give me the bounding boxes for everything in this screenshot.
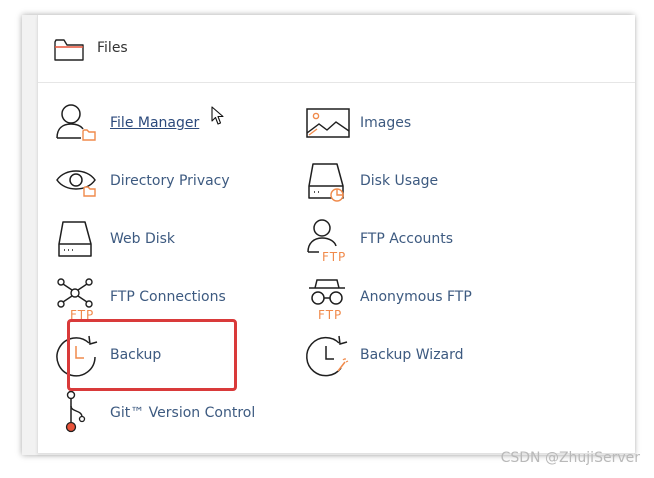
tool-ftp-accounts[interactable]: FTP FTP Accounts — [305, 216, 453, 262]
ftp-connections-icon: FTP — [55, 274, 103, 320]
ftp-badge-text: FTP — [318, 308, 342, 320]
backup-icon — [55, 332, 103, 378]
tool-ftp-connections[interactable]: FTP FTP Connections — [55, 274, 226, 320]
images-icon — [305, 100, 353, 146]
git-icon — [55, 390, 103, 436]
backup-wizard-icon — [305, 332, 353, 378]
screenshot-window: Files File Manager Images Directory Priv… — [22, 15, 635, 455]
tool-backup[interactable]: Backup — [55, 332, 161, 378]
ftp-accounts-icon: FTP — [305, 216, 353, 262]
files-panel: Files File Manager Images Directory Priv… — [37, 15, 635, 453]
watermark-text: CSDN @ZhujiServer — [500, 450, 640, 466]
directory-privacy-icon — [55, 158, 103, 204]
tool-label[interactable]: Images — [360, 115, 411, 131]
ftp-badge-text: FTP — [322, 250, 346, 262]
tool-label[interactable]: Web Disk — [110, 231, 175, 247]
tool-label[interactable]: File Manager — [110, 115, 199, 131]
folder-icon — [54, 39, 84, 61]
tool-label[interactable]: FTP Connections — [110, 289, 226, 305]
mouse-pointer-icon — [211, 106, 224, 125]
panel-title: Files — [97, 40, 128, 56]
disk-usage-icon — [305, 158, 353, 204]
tool-label[interactable]: Git™ Version Control — [110, 405, 255, 421]
tool-disk-usage[interactable]: Disk Usage — [305, 158, 438, 204]
tool-label[interactable]: FTP Accounts — [360, 231, 453, 247]
files-panel-header[interactable]: Files — [38, 15, 635, 83]
tool-anonymous-ftp[interactable]: FTP Anonymous FTP — [305, 274, 472, 320]
tool-images[interactable]: Images — [305, 100, 411, 146]
file-manager-icon — [55, 100, 103, 146]
anonymous-ftp-icon: FTP — [305, 274, 353, 320]
tool-file-manager[interactable]: File Manager — [55, 100, 199, 146]
tool-label[interactable]: Backup — [110, 347, 161, 363]
tool-directory-privacy[interactable]: Directory Privacy — [55, 158, 230, 204]
tool-backup-wizard[interactable]: Backup Wizard — [305, 332, 464, 378]
web-disk-icon — [55, 216, 103, 262]
tool-web-disk[interactable]: Web Disk — [55, 216, 175, 262]
tool-label[interactable]: Anonymous FTP — [360, 289, 472, 305]
tool-label[interactable]: Backup Wizard — [360, 347, 464, 363]
tool-label[interactable]: Disk Usage — [360, 173, 438, 189]
tool-label[interactable]: Directory Privacy — [110, 173, 230, 189]
ftp-badge-text: FTP — [70, 308, 94, 320]
tool-git-version-control[interactable]: Git™ Version Control — [55, 390, 255, 436]
